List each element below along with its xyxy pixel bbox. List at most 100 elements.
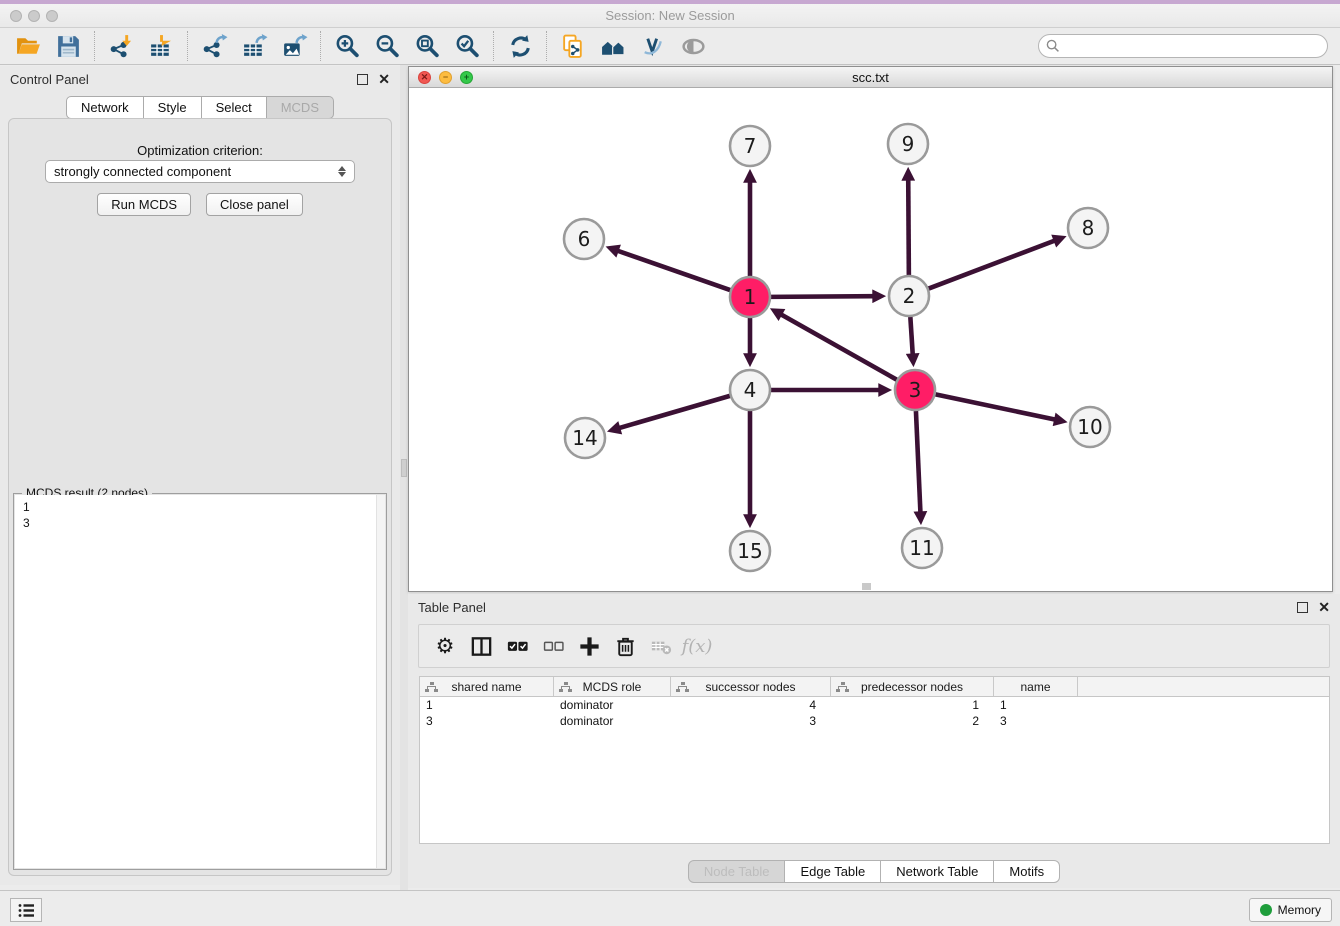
tab-mcds[interactable]: MCDS: [267, 96, 334, 119]
column-header-shared-name[interactable]: shared name: [420, 677, 554, 696]
open-session-button[interactable]: [8, 29, 48, 63]
import-table-button[interactable]: [141, 29, 181, 63]
graph-edge-2-9[interactable]: [908, 180, 909, 275]
graph-edge-1-6[interactable]: [618, 251, 730, 290]
table-cell[interactable]: 3: [420, 713, 554, 729]
export-table-button[interactable]: [234, 29, 274, 63]
graph-edge-2-8[interactable]: [929, 241, 1055, 289]
graph-node-3[interactable]: 3: [895, 370, 935, 410]
table-cell[interactable]: 3: [994, 713, 1078, 729]
tab-motifs[interactable]: Motifs: [994, 860, 1060, 883]
graph-node-10[interactable]: 10: [1070, 407, 1110, 447]
export-network-button[interactable]: [194, 29, 234, 63]
node-label: 1: [744, 285, 757, 309]
column-header-MCDS-role[interactable]: MCDS role: [554, 677, 671, 696]
table-row[interactable]: 3dominator323: [420, 713, 1329, 729]
network-canvas[interactable]: 7 9 6 8 1 2 4 3 14 10 15 11: [409, 88, 1332, 591]
run-mcds-button[interactable]: Run MCDS: [97, 193, 191, 216]
table-row[interactable]: 1dominator411: [420, 697, 1329, 713]
graph-node-7[interactable]: 7: [730, 126, 770, 166]
mcds-result-box[interactable]: 1 3: [15, 495, 385, 868]
splitter-grip[interactable]: [401, 459, 407, 477]
float-panel-icon[interactable]: [357, 74, 368, 85]
zoom-selected-button[interactable]: [447, 29, 487, 63]
optimization-criterion-select[interactable]: strongly connected component: [45, 160, 355, 183]
search-input[interactable]: [1038, 34, 1328, 58]
column-header-successor-nodes[interactable]: successor nodes: [671, 677, 831, 696]
graph-node-2[interactable]: 2: [889, 276, 929, 316]
close-table-panel-icon[interactable]: ✕: [1318, 600, 1330, 614]
graph-node-9[interactable]: 9: [888, 124, 928, 164]
zoom-out-button[interactable]: [367, 29, 407, 63]
add-column-icon: [577, 634, 602, 659]
import-network-button[interactable]: [101, 29, 141, 63]
graph-node-4[interactable]: 4: [730, 370, 770, 410]
deselect-all-button[interactable]: [535, 627, 571, 665]
list-icon: [18, 903, 35, 918]
mcds-result-scrollbar[interactable]: [376, 495, 385, 868]
table-cell[interactable]: 1: [420, 697, 554, 713]
tab-node-table[interactable]: Node Table: [688, 860, 786, 883]
column-label: MCDS role: [583, 680, 642, 694]
split-panel-button[interactable]: [463, 627, 499, 665]
delete-table-icon: [649, 634, 674, 659]
float-table-panel-icon[interactable]: [1297, 602, 1308, 613]
graph-edge-3-11[interactable]: [916, 411, 920, 512]
table-cell[interactable]: dominator: [554, 697, 671, 713]
hide-labels-button[interactable]: [633, 29, 673, 63]
toggle-graphics-icon: [680, 33, 707, 60]
tab-style[interactable]: Style: [144, 96, 202, 119]
column-type-icon: [836, 682, 849, 693]
graph-node-6[interactable]: 6: [564, 219, 604, 259]
panel-splitter[interactable]: [400, 65, 408, 890]
table-cell[interactable]: dominator: [554, 713, 671, 729]
tab-select[interactable]: Select: [202, 96, 267, 119]
memory-status-icon: [1260, 904, 1272, 916]
tab-network-table[interactable]: Network Table: [881, 860, 994, 883]
developers-log-button[interactable]: [10, 898, 42, 922]
graph-node-11[interactable]: 11: [902, 528, 942, 568]
node-label: 8: [1082, 216, 1095, 240]
save-session-button[interactable]: [48, 29, 88, 63]
tab-network[interactable]: Network: [66, 96, 144, 119]
add-column-button[interactable]: [571, 627, 607, 665]
table-cell[interactable]: 1: [994, 697, 1078, 713]
table-cell[interactable]: 3: [671, 713, 831, 729]
zoom-in-button[interactable]: [327, 29, 367, 63]
graph-node-1[interactable]: 1: [730, 277, 770, 317]
graph-edge-3-10[interactable]: [936, 394, 1055, 419]
refresh-view-button[interactable]: [500, 29, 540, 63]
column-header-predecessor-nodes[interactable]: predecessor nodes: [831, 677, 994, 696]
column-header-name[interactable]: name: [994, 677, 1078, 696]
first-neighbors-button[interactable]: [593, 29, 633, 63]
graph-node-15[interactable]: 15: [730, 531, 770, 571]
graph-edge-3-1[interactable]: [781, 315, 896, 380]
mcds-panel: Optimization criterion: strongly connect…: [8, 118, 392, 876]
memory-button[interactable]: Memory: [1249, 898, 1332, 922]
export-image-button[interactable]: [274, 29, 314, 63]
column-type-icon: [676, 682, 689, 693]
graph-edge-1-2[interactable]: [771, 296, 873, 297]
graph-node-14[interactable]: 14: [565, 418, 605, 458]
table-cell[interactable]: 4: [671, 697, 831, 713]
graph-node-8[interactable]: 8: [1068, 208, 1108, 248]
tab-edge-table[interactable]: Edge Table: [785, 860, 881, 883]
graph-edge-4-14[interactable]: [620, 396, 730, 428]
table-panel-header: Table Panel ✕: [408, 594, 1340, 620]
graph-edge-2-3[interactable]: [910, 317, 912, 354]
zoom-fit-button[interactable]: [407, 29, 447, 63]
table-settings-button[interactable]: ⚙: [427, 627, 463, 665]
copy-document-button[interactable]: [553, 29, 593, 63]
network-view-window: ✕ − + scc.txt 7968124314101511: [408, 66, 1333, 592]
canvas-scroll-thumb[interactable]: [862, 583, 871, 590]
toggle-graphics-button[interactable]: [673, 29, 713, 63]
close-panel-icon[interactable]: ✕: [378, 72, 390, 86]
select-all-button[interactable]: [499, 627, 535, 665]
table-cell[interactable]: 2: [831, 713, 994, 729]
node-table-body: 1dominator4113dominator323: [420, 697, 1329, 729]
close-panel-button[interactable]: Close panel: [206, 193, 303, 216]
main-toolbar-buttons: [8, 29, 713, 63]
delete-column-button[interactable]: [607, 627, 643, 665]
toolbar-separator: [187, 31, 188, 61]
table-cell[interactable]: 1: [831, 697, 994, 713]
